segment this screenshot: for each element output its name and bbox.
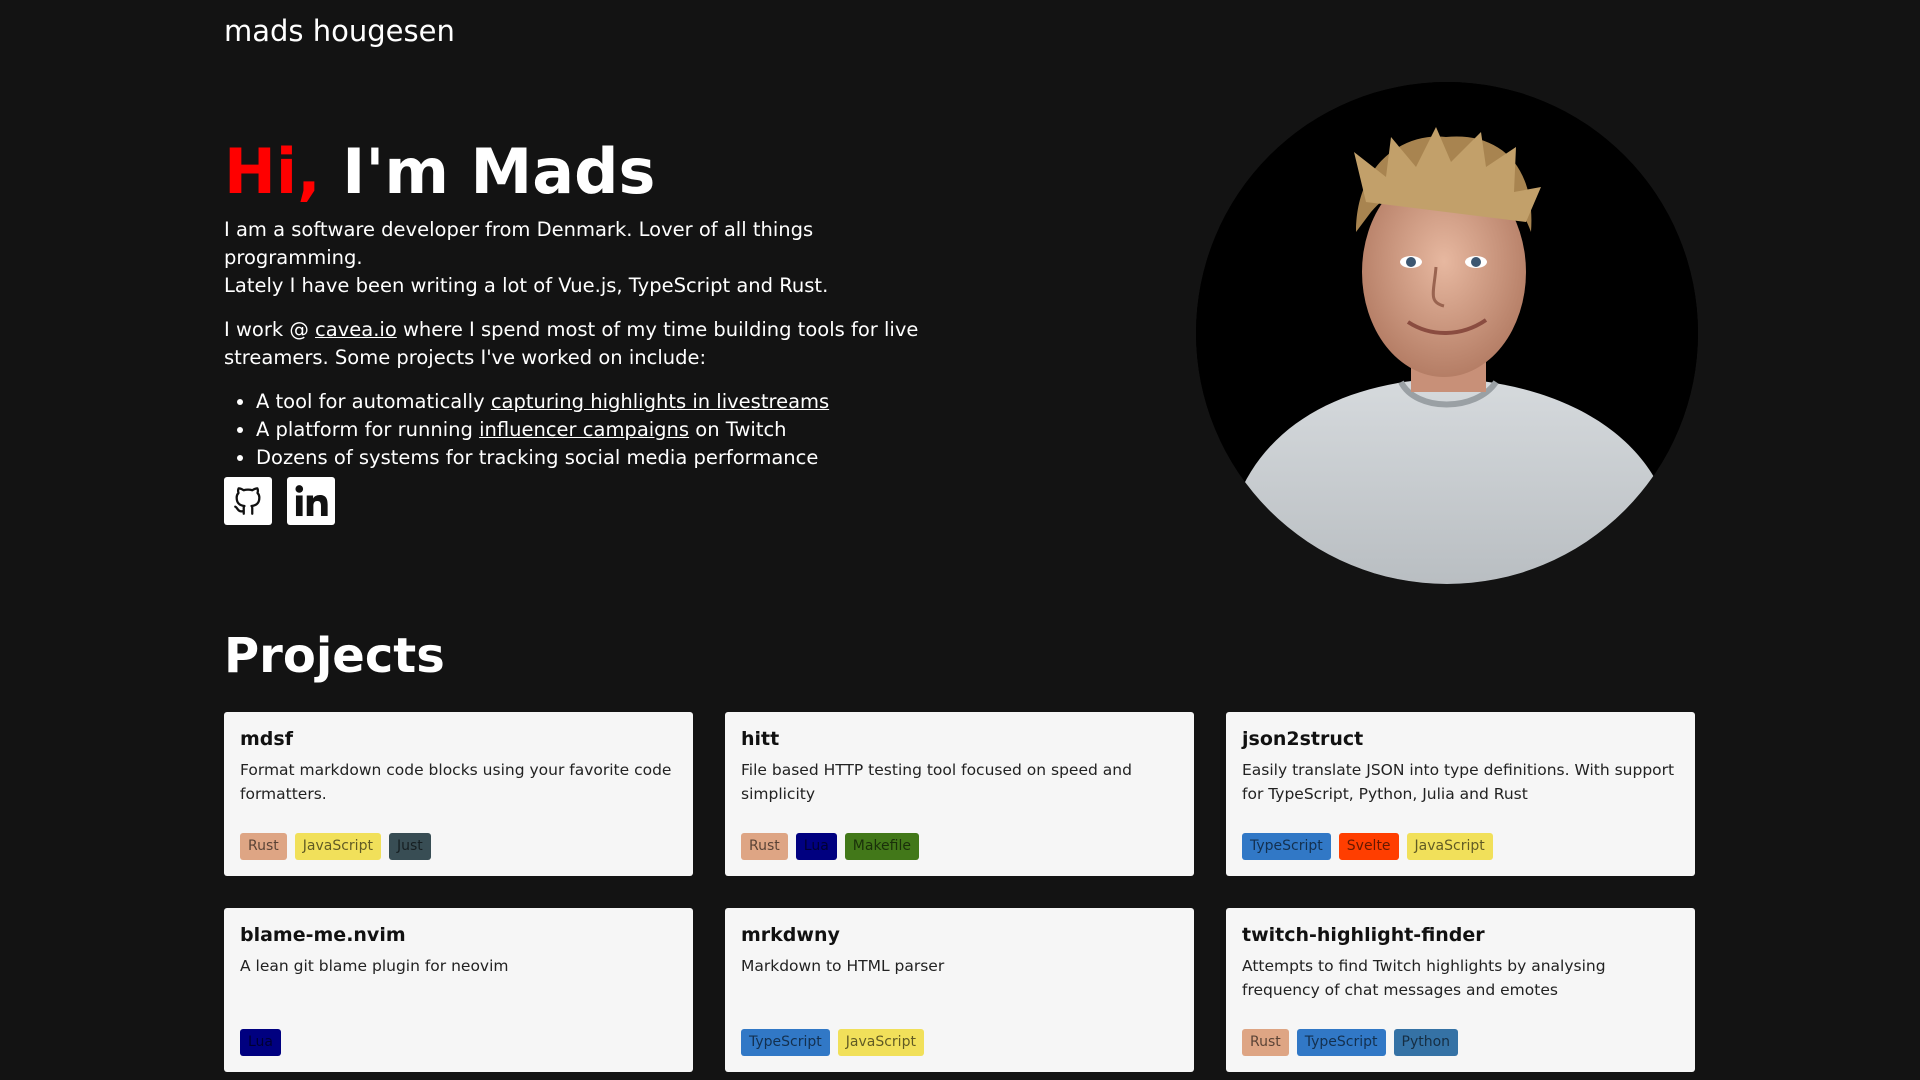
project-description: Format markdown code blocks using your f… [240, 761, 672, 803]
project-card[interactable]: twitch-highlight-finder Attempts to find … [1226, 908, 1695, 1072]
site-title[interactable]: mads hougesen [224, 14, 455, 48]
bullet-text: A platform for running [256, 418, 480, 441]
project-title: blame-me.nvim [240, 924, 406, 946]
language-tag: Svelte [1338, 833, 1399, 860]
intro-paragraph: I am a software developer from Denmark. … [224, 216, 944, 300]
social-links [224, 477, 335, 525]
project-tags: TypeScript JavaScript [741, 1029, 924, 1056]
intro-section: I am a software developer from Denmark. … [224, 216, 944, 472]
avatar [1196, 82, 1698, 584]
project-tags: Rust Lua Makefile [741, 833, 919, 860]
project-card[interactable]: hitt File based HTTP testing tool focused… [725, 712, 1194, 876]
project-title: json2struct [1242, 728, 1364, 750]
highlights-link[interactable]: capturing highlights in livestreams [491, 390, 829, 413]
list-item: A tool for automatically capturing highl… [256, 388, 944, 416]
project-description: Easily translate JSON into type definiti… [1242, 761, 1675, 803]
cavea-link[interactable]: cavea.io [315, 318, 397, 341]
project-title: mrkdwny [741, 924, 840, 946]
bullet-text: Dozens of systems for tracking social me… [256, 446, 819, 469]
bullet-text: on Twitch [689, 418, 787, 441]
hero-name: I'm Mads [342, 135, 656, 208]
work-paragraph: I work @ cavea.io where I spend most of … [224, 316, 944, 372]
linkedin-link[interactable] [287, 477, 335, 525]
project-description: File based HTTP testing tool focused on … [741, 761, 1132, 803]
hero-heading: Hi, I'm Mads [224, 136, 655, 208]
language-tag: Rust [240, 833, 287, 860]
language-tag: JavaScript [294, 833, 381, 860]
project-card[interactable]: mrkdwny Markdown to HTML parser TypeScript… [725, 908, 1194, 1072]
language-tag: Rust [1242, 1029, 1289, 1056]
bullet-text: A tool for automatically [256, 390, 491, 413]
language-tag: Just [388, 833, 431, 860]
project-card[interactable]: blame-me.nvim A lean git blame plugin for… [224, 908, 693, 1072]
project-description: A lean git blame plugin for neovim [240, 957, 509, 975]
influencer-link[interactable]: influencer campaigns [479, 418, 689, 441]
intro-line-2: Lately I have been writing a lot of Vue.… [224, 274, 829, 297]
language-tag: TypeScript [1242, 833, 1331, 860]
project-title: hitt [741, 728, 780, 750]
language-tag: Lua [795, 833, 837, 860]
project-description: Markdown to HTML parser [741, 957, 945, 975]
project-tags: TypeScript Svelte JavaScript [1242, 833, 1493, 860]
projects-grid: mdsf Format markdown code blocks using yo… [224, 712, 1695, 1072]
language-tag: Makefile [844, 833, 919, 860]
list-item: A platform for running influencer campai… [256, 416, 944, 444]
project-card[interactable]: json2struct Easily translate JSON into ty… [1226, 712, 1695, 876]
language-tag: Rust [741, 833, 788, 860]
language-tag: Python [1393, 1029, 1459, 1056]
project-tags: Rust JavaScript Just [240, 833, 431, 860]
work-projects-list: A tool for automatically capturing highl… [224, 388, 944, 472]
work-prefix: I work @ [224, 318, 316, 341]
linkedin-icon [295, 485, 328, 517]
language-tag: Lua [240, 1029, 282, 1056]
project-title: twitch-highlight-finder [1242, 924, 1485, 946]
project-tags: Lua [240, 1029, 282, 1056]
intro-line-1: I am a software developer from Denmark. … [224, 218, 814, 269]
project-description: Attempts to find Twitch highlights by an… [1242, 957, 1606, 999]
project-card[interactable]: mdsf Format markdown code blocks using yo… [224, 712, 693, 876]
project-tags: Rust TypeScript Python [1242, 1029, 1459, 1056]
language-tag: JavaScript [1406, 833, 1493, 860]
list-item: Dozens of systems for tracking social me… [256, 444, 944, 472]
language-tag: TypeScript [741, 1029, 830, 1056]
page-container: mads hougesen Hi, I'm Mads I am a softwa… [224, 0, 1698, 1080]
language-tag: TypeScript [1296, 1029, 1386, 1056]
profile-photo [1196, 82, 1698, 584]
projects-heading: Projects [224, 628, 445, 684]
hero-greeting: Hi, [224, 135, 321, 208]
language-tag: JavaScript [837, 1029, 924, 1056]
project-title: mdsf [240, 728, 293, 750]
github-link[interactable] [224, 477, 272, 525]
github-icon [234, 487, 261, 515]
